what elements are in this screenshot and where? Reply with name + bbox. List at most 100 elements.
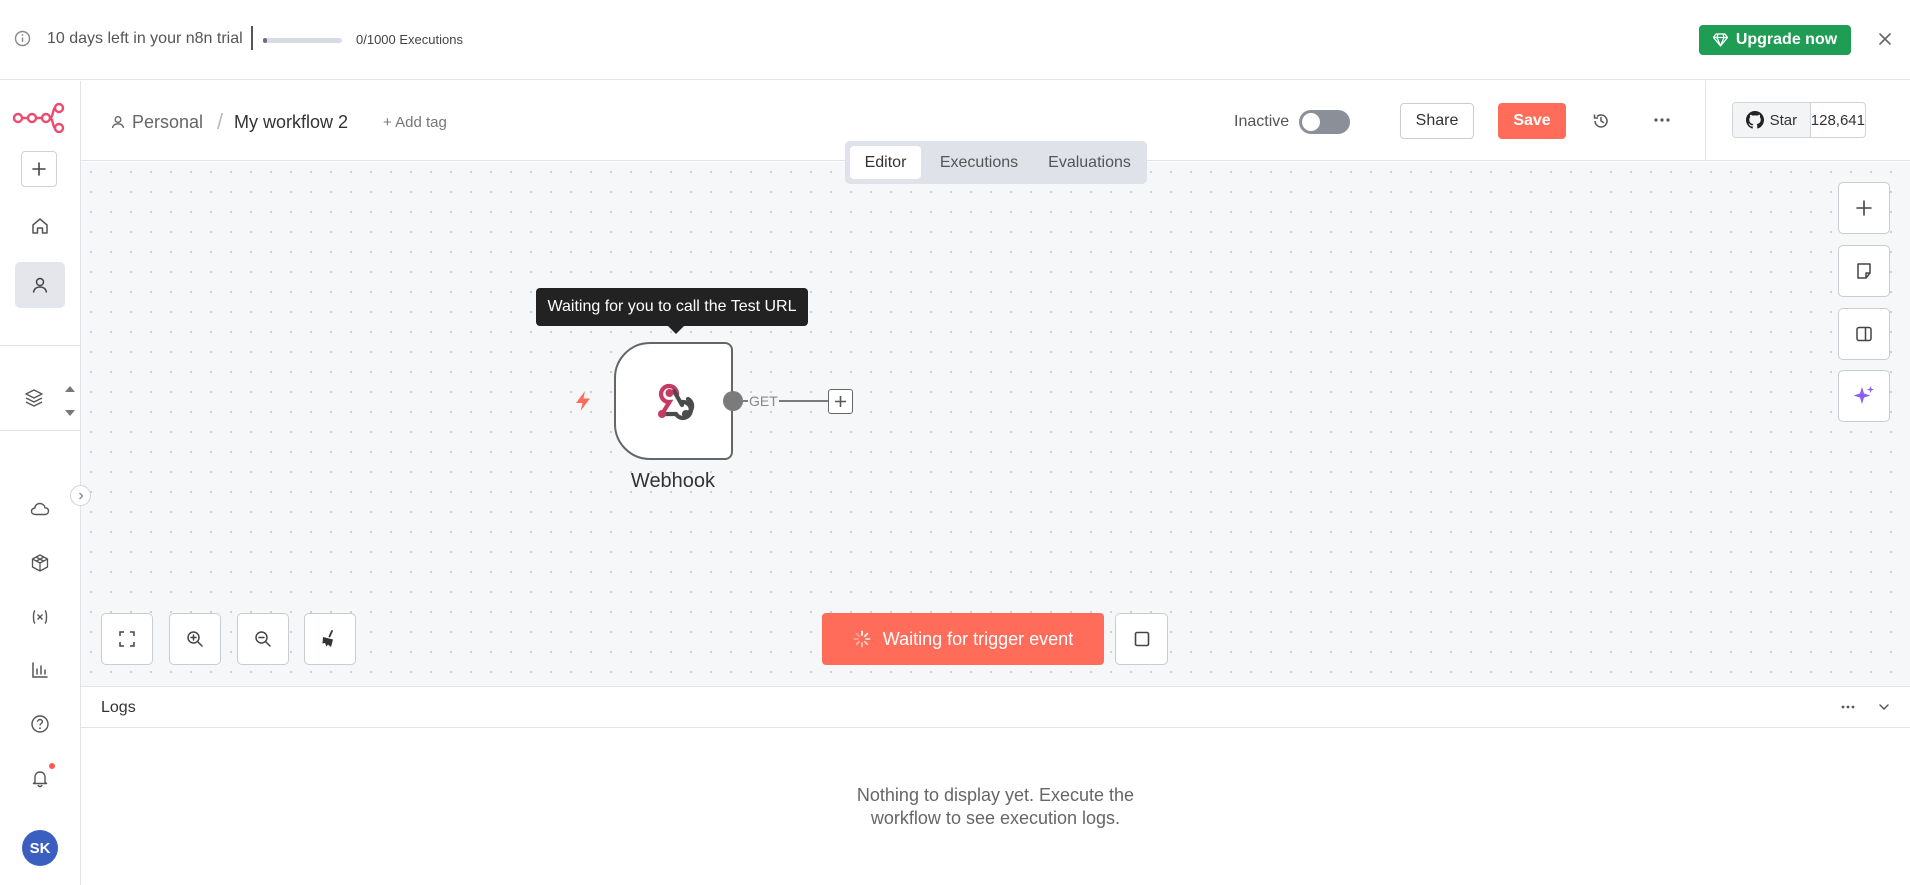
- variables-icon: [30, 609, 50, 625]
- sticky-note-button[interactable]: [1838, 245, 1890, 297]
- user-icon: [31, 276, 49, 294]
- active-status-label: Inactive: [1234, 113, 1290, 130]
- github-star-left[interactable]: Star: [1733, 103, 1811, 137]
- workflow-name[interactable]: My workflow 2: [234, 112, 348, 133]
- zoom-in-icon: [186, 630, 204, 648]
- zoom-out-button[interactable]: [237, 613, 289, 665]
- webhook-tooltip: Waiting for you to call the Test URL: [536, 288, 808, 326]
- plus-icon: [32, 162, 46, 176]
- cloud-icon: [30, 501, 50, 517]
- plus-icon: [1856, 200, 1872, 216]
- header-divider: [1705, 81, 1706, 161]
- help-icon: [30, 714, 50, 734]
- more-options-icon[interactable]: [1654, 118, 1670, 122]
- output-method-label: GET: [748, 393, 779, 409]
- notification-dot: [49, 763, 55, 769]
- logs-empty-line-1: Nothing to display yet. Execute the: [856, 785, 1135, 805]
- logs-header[interactable]: Logs: [81, 687, 1910, 728]
- avatar[interactable]: SK: [22, 830, 58, 866]
- trial-banner: 10 days left in your n8n trial 0/1000 Ex…: [0, 0, 1910, 80]
- breadcrumb-separator: /: [217, 109, 224, 134]
- tab-editor[interactable]: Editor: [850, 146, 921, 179]
- stop-listening-button[interactable]: [1115, 613, 1168, 665]
- zoom-out-icon: [254, 630, 272, 648]
- banner-divider: [251, 26, 253, 50]
- gem-icon: [1712, 33, 1728, 47]
- home-icon: [30, 216, 50, 236]
- stop-icon: [1134, 631, 1150, 647]
- share-button[interactable]: Share: [1400, 103, 1474, 139]
- sparkles-icon: [1852, 384, 1876, 408]
- more-options-icon[interactable]: [1841, 705, 1855, 709]
- save-button[interactable]: Save: [1498, 103, 1566, 139]
- sidebar-item-overview[interactable]: [15, 203, 65, 249]
- webhook-node[interactable]: [614, 342, 733, 460]
- sidebar-item-personal[interactable]: [15, 262, 65, 308]
- create-button[interactable]: [21, 151, 57, 187]
- logs-empty-message: Nothing to display yet. Execute the work…: [81, 784, 1910, 830]
- upgrade-now-button[interactable]: Upgrade now: [1699, 25, 1851, 55]
- waiting-for-trigger-button[interactable]: Waiting for trigger event: [822, 613, 1104, 665]
- sidebar-item-insights[interactable]: [15, 647, 65, 693]
- ai-assistant-button[interactable]: [1838, 370, 1890, 422]
- executions-progress-bar: [263, 38, 342, 43]
- add-node-button[interactable]: [1838, 182, 1890, 234]
- sidebar-item-variables[interactable]: [15, 594, 65, 640]
- trigger-bolt-icon: [573, 390, 593, 412]
- upgrade-now-label: Upgrade now: [1735, 31, 1838, 48]
- tab-executions[interactable]: Executions: [926, 146, 1032, 179]
- github-icon: [1745, 111, 1764, 129]
- logs-panel: Logs Nothing to display yet. Execute the…: [81, 686, 1910, 885]
- executions-count: 0/1000 Executions: [356, 32, 463, 47]
- templates-icon: [30, 553, 50, 573]
- github-star-label: Star: [1769, 111, 1798, 129]
- zoom-in-button[interactable]: [169, 613, 221, 665]
- chevron-right-icon: [77, 492, 85, 500]
- main-sidebar: SK: [0, 81, 91, 885]
- sidebar-item-notifications[interactable]: [15, 755, 65, 801]
- toggle-panel-button[interactable]: [1838, 308, 1890, 360]
- add-next-node-button[interactable]: [828, 389, 853, 414]
- scroll-arrows-icon[interactable]: [64, 384, 76, 418]
- sidebar-divider: [0, 345, 80, 346]
- workflow-canvas[interactable]: [81, 162, 1910, 686]
- layers-icon: [24, 388, 44, 408]
- sticky-note-icon: [1855, 262, 1873, 280]
- person-icon: [111, 115, 125, 129]
- panel-right-icon: [1855, 325, 1873, 343]
- executions-progress-fill: [263, 38, 267, 43]
- broom-icon: [320, 629, 340, 649]
- fullscreen-icon: [118, 630, 136, 648]
- spinner-icon: [853, 630, 871, 648]
- tidy-up-button[interactable]: [304, 613, 356, 665]
- zoom-to-fit-button[interactable]: [101, 613, 153, 665]
- close-icon[interactable]: [1878, 32, 1892, 46]
- plus-icon: [834, 395, 847, 408]
- sidebar-item-cloud[interactable]: [15, 486, 65, 532]
- bell-icon: [30, 768, 50, 788]
- view-tabs: Editor Executions Evaluations: [845, 141, 1147, 184]
- trigger-button-label: Waiting for trigger event: [882, 628, 1074, 649]
- n8n-logo-icon[interactable]: [13, 103, 65, 133]
- logs-empty-line-2: workflow to see execution logs.: [870, 808, 1121, 828]
- trial-days-text: 10 days left in your n8n trial: [47, 30, 243, 47]
- sidebar-collapse-button[interactable]: [70, 485, 91, 506]
- chevron-down-icon[interactable]: [1878, 701, 1890, 713]
- info-icon: [14, 30, 31, 47]
- logs-title: Logs: [101, 699, 136, 716]
- tooltip-arrow: [668, 326, 684, 334]
- sidebar-divider: [0, 430, 80, 431]
- webhook-node-label: Webhook: [630, 470, 716, 492]
- toggle-knob: [1302, 113, 1320, 131]
- sidebar-item-templates[interactable]: [15, 540, 65, 586]
- history-icon[interactable]: [1592, 112, 1610, 130]
- active-toggle[interactable]: [1299, 110, 1350, 134]
- github-star-button[interactable]: Star 128,641: [1732, 102, 1866, 138]
- webhook-icon: [650, 380, 698, 422]
- tab-evaluations[interactable]: Evaluations: [1037, 146, 1142, 179]
- sidebar-item-help[interactable]: [15, 701, 65, 747]
- github-star-count[interactable]: 128,641: [1811, 103, 1865, 137]
- sidebar-item-projects[interactable]: [9, 375, 59, 421]
- breadcrumb-project[interactable]: Personal: [132, 112, 203, 133]
- add-tag-button[interactable]: + Add tag: [383, 114, 447, 131]
